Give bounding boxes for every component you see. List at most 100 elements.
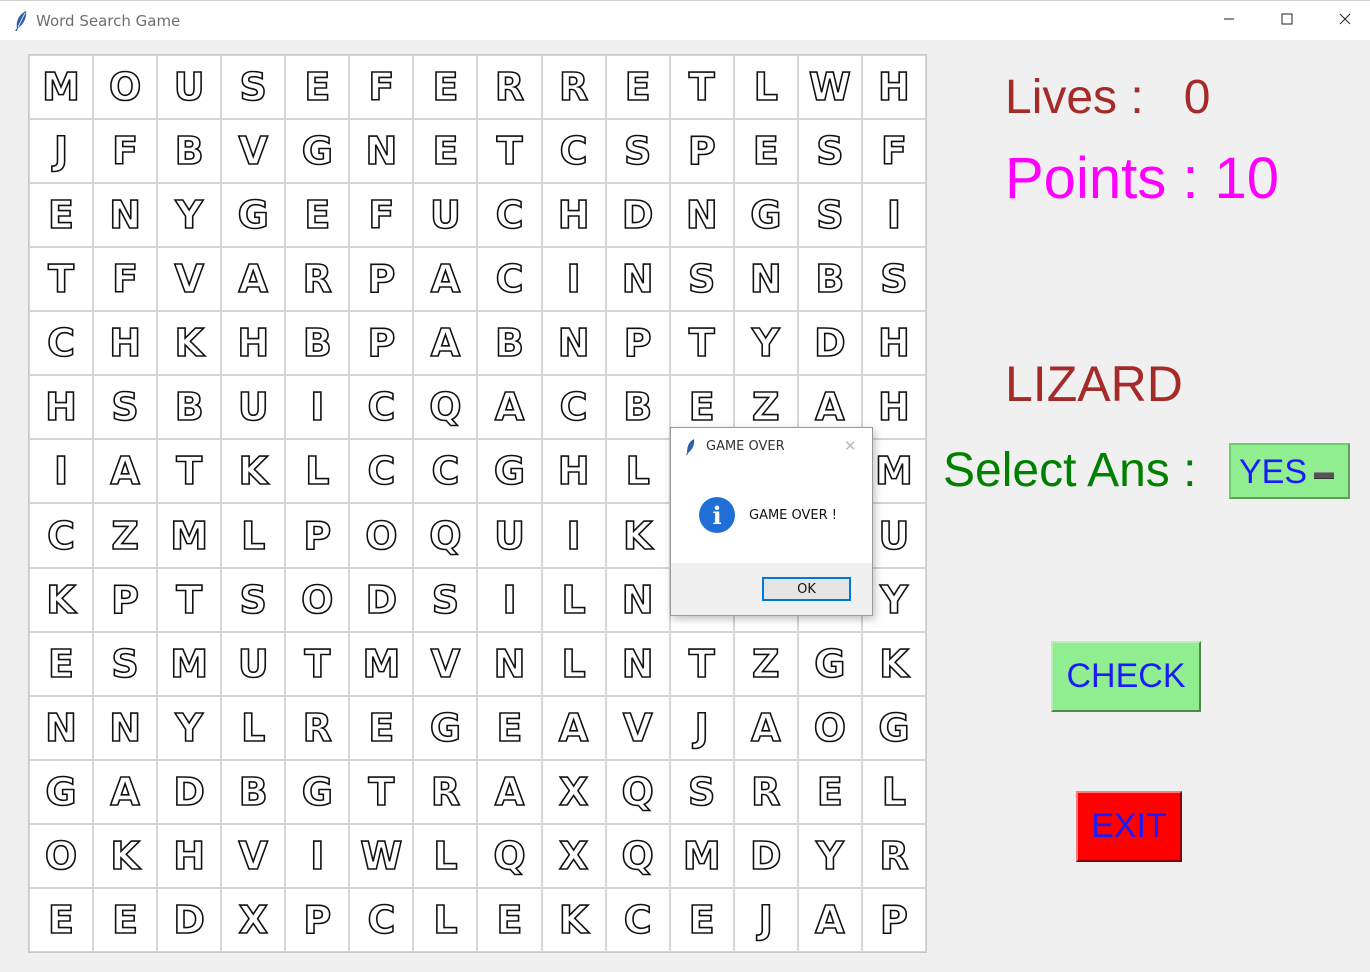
maximize-button[interactable]: [1258, 1, 1316, 41]
grid-cell[interactable]: G: [861, 695, 926, 760]
grid-cell[interactable]: U: [477, 503, 542, 568]
grid-cell[interactable]: M: [157, 631, 222, 696]
grid-cell[interactable]: O: [349, 503, 414, 568]
grid-cell[interactable]: C: [605, 887, 670, 952]
grid-cell[interactable]: F: [93, 247, 158, 312]
grid-cell[interactable]: H: [93, 311, 158, 376]
grid-cell[interactable]: A: [477, 759, 542, 824]
grid-cell[interactable]: U: [221, 631, 286, 696]
grid-cell[interactable]: T: [477, 119, 542, 184]
grid-cell[interactable]: Q: [605, 823, 670, 888]
grid-cell[interactable]: H: [221, 311, 286, 376]
grid-cell[interactable]: N: [93, 183, 158, 248]
grid-cell[interactable]: X: [541, 823, 606, 888]
grid-cell[interactable]: H: [541, 183, 606, 248]
grid-cell[interactable]: C: [29, 311, 94, 376]
exit-button[interactable]: EXIT: [1076, 791, 1182, 862]
grid-cell[interactable]: M: [157, 503, 222, 568]
grid-cell[interactable]: S: [413, 567, 478, 632]
grid-cell[interactable]: R: [285, 247, 350, 312]
grid-cell[interactable]: B: [477, 311, 542, 376]
grid-cell[interactable]: K: [541, 887, 606, 952]
close-button[interactable]: [1316, 1, 1370, 41]
grid-cell[interactable]: C: [541, 119, 606, 184]
grid-cell[interactable]: G: [285, 759, 350, 824]
grid-cell[interactable]: C: [413, 439, 478, 504]
grid-cell[interactable]: E: [605, 55, 670, 120]
grid-cell[interactable]: Y: [797, 823, 862, 888]
grid-cell[interactable]: I: [29, 439, 94, 504]
grid-cell[interactable]: M: [29, 55, 94, 120]
grid-cell[interactable]: O: [797, 695, 862, 760]
grid-cell[interactable]: E: [733, 119, 798, 184]
grid-cell[interactable]: D: [157, 887, 222, 952]
grid-cell[interactable]: N: [605, 631, 670, 696]
grid-cell[interactable]: U: [221, 375, 286, 440]
grid-cell[interactable]: X: [541, 759, 606, 824]
grid-cell[interactable]: A: [733, 695, 798, 760]
grid-cell[interactable]: E: [285, 55, 350, 120]
grid-cell[interactable]: T: [669, 311, 734, 376]
grid-cell[interactable]: T: [285, 631, 350, 696]
grid-cell[interactable]: B: [157, 375, 222, 440]
grid-cell[interactable]: C: [349, 375, 414, 440]
dialog-close-icon[interactable]: ✕: [844, 437, 857, 455]
grid-cell[interactable]: A: [413, 247, 478, 312]
grid-cell[interactable]: A: [413, 311, 478, 376]
grid-cell[interactable]: L: [413, 887, 478, 952]
grid-cell[interactable]: T: [669, 631, 734, 696]
grid-cell[interactable]: F: [861, 119, 926, 184]
grid-cell[interactable]: N: [541, 311, 606, 376]
grid-cell[interactable]: G: [285, 119, 350, 184]
grid-cell[interactable]: G: [477, 439, 542, 504]
grid-cell[interactable]: F: [93, 119, 158, 184]
grid-cell[interactable]: H: [541, 439, 606, 504]
grid-cell[interactable]: K: [93, 823, 158, 888]
grid-cell[interactable]: O: [93, 55, 158, 120]
grid-cell[interactable]: B: [797, 247, 862, 312]
grid-cell[interactable]: G: [413, 695, 478, 760]
grid-cell[interactable]: C: [477, 183, 542, 248]
grid-cell[interactable]: E: [349, 695, 414, 760]
grid-cell[interactable]: J: [29, 119, 94, 184]
grid-cell[interactable]: Q: [605, 759, 670, 824]
grid-cell[interactable]: E: [477, 887, 542, 952]
grid-cell[interactable]: C: [349, 887, 414, 952]
grid-cell[interactable]: G: [221, 183, 286, 248]
grid-cell[interactable]: V: [221, 823, 286, 888]
grid-cell[interactable]: E: [669, 887, 734, 952]
grid-cell[interactable]: P: [349, 247, 414, 312]
grid-cell[interactable]: D: [349, 567, 414, 632]
grid-cell[interactable]: R: [861, 823, 926, 888]
grid-cell[interactable]: H: [157, 823, 222, 888]
grid-cell[interactable]: H: [29, 375, 94, 440]
grid-cell[interactable]: V: [605, 695, 670, 760]
grid-cell[interactable]: E: [285, 183, 350, 248]
grid-cell[interactable]: I: [477, 567, 542, 632]
grid-cell[interactable]: N: [605, 567, 670, 632]
grid-cell[interactable]: Z: [93, 503, 158, 568]
grid-cell[interactable]: K: [29, 567, 94, 632]
answer-option-menu[interactable]: YES: [1229, 443, 1350, 499]
grid-cell[interactable]: E: [93, 887, 158, 952]
grid-cell[interactable]: V: [221, 119, 286, 184]
grid-cell[interactable]: C: [349, 439, 414, 504]
grid-cell[interactable]: S: [669, 759, 734, 824]
grid-cell[interactable]: A: [93, 759, 158, 824]
grid-cell[interactable]: S: [605, 119, 670, 184]
grid-cell[interactable]: I: [541, 247, 606, 312]
grid-cell[interactable]: K: [861, 631, 926, 696]
grid-cell[interactable]: L: [605, 439, 670, 504]
ok-button[interactable]: OK: [762, 577, 851, 601]
grid-cell[interactable]: U: [157, 55, 222, 120]
grid-cell[interactable]: B: [157, 119, 222, 184]
grid-cell[interactable]: U: [413, 183, 478, 248]
grid-cell[interactable]: P: [669, 119, 734, 184]
grid-cell[interactable]: J: [733, 887, 798, 952]
grid-cell[interactable]: S: [797, 119, 862, 184]
grid-cell[interactable]: A: [477, 375, 542, 440]
grid-cell[interactable]: Q: [477, 823, 542, 888]
grid-cell[interactable]: L: [221, 695, 286, 760]
grid-cell[interactable]: S: [669, 247, 734, 312]
grid-cell[interactable]: A: [541, 695, 606, 760]
